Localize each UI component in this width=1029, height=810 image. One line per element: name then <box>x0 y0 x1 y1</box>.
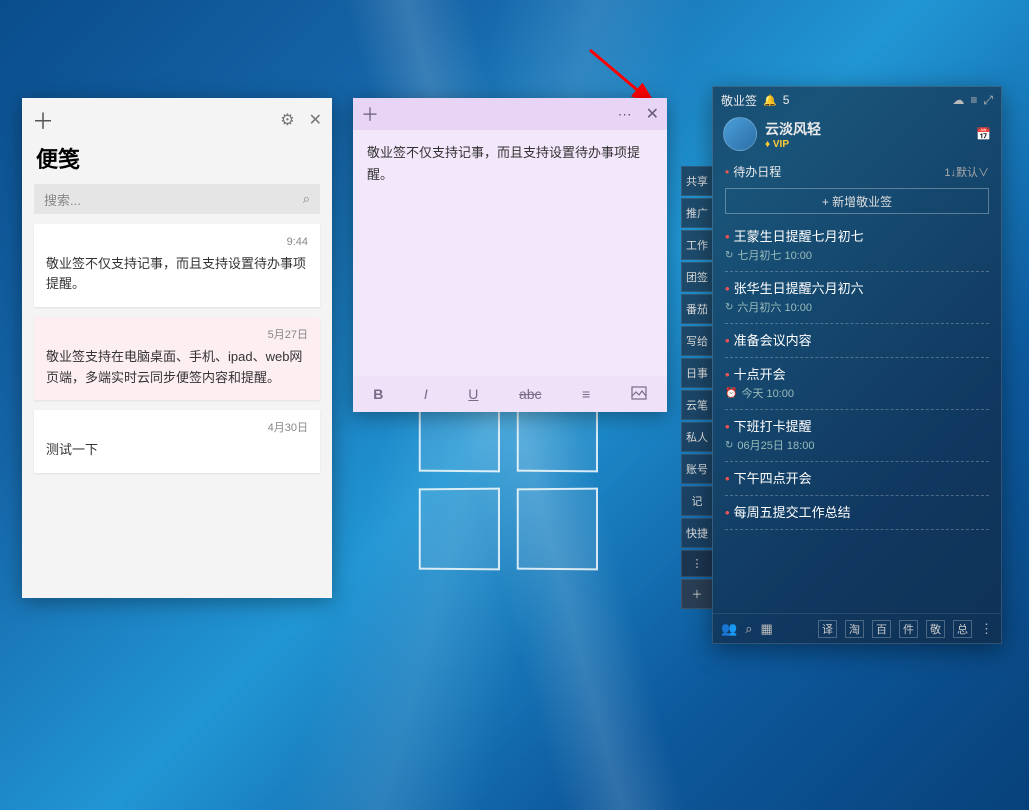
notification-count: 5 <box>783 93 790 107</box>
new-note-button[interactable]: ＋ <box>32 104 54 136</box>
bottom-tag[interactable]: 百 <box>872 620 891 638</box>
expand-icon[interactable]: ⤢ <box>983 93 993 108</box>
note-card[interactable]: 4月30日 测试一下 <box>34 410 320 472</box>
note-text: 敬业签不仅支持记事，而且支持设置待办事项提醒。 <box>46 254 308 296</box>
search-icon: ⌕ <box>303 191 310 207</box>
bottom-tag[interactable]: 译 <box>818 620 837 638</box>
side-tab[interactable]: 团签 <box>681 262 712 292</box>
todo-list: •王蒙生日提醒七月初七 ↻七月初七 10:00 •张华生日提醒六月初六 ↻六月初… <box>713 220 1001 613</box>
section-title: 待办日程 <box>733 163 781 180</box>
note-date: 5月27日 <box>46 327 308 345</box>
bottom-tag[interactable]: 敬 <box>926 620 945 638</box>
note-date: 9:44 <box>46 234 308 252</box>
note-card[interactable]: 9:44 敬业签不仅支持记事，而且支持设置待办事项提醒。 <box>34 224 320 307</box>
italic-button[interactable]: I <box>424 386 428 402</box>
settings-icon[interactable]: ⚙ <box>280 110 294 130</box>
notes-list-title: 便笺 <box>22 136 332 184</box>
sort-dropdown[interactable]: 1↓默认∨ <box>944 164 989 180</box>
side-tab[interactable]: 写给 <box>681 326 712 356</box>
todo-item[interactable]: •十点开会 ⏰今天 10:00 <box>725 358 989 410</box>
more-menu-icon[interactable]: ⋯ <box>618 106 634 123</box>
search-icon[interactable]: ⌕ <box>745 621 752 637</box>
search-input[interactable]: 搜索... ⌕ <box>34 184 320 214</box>
note-body[interactable]: 敬业签不仅支持记事，而且支持设置待办事项提醒。 <box>353 130 667 376</box>
underline-button[interactable]: U <box>468 386 478 402</box>
side-tab[interactable]: 私人 <box>681 422 712 452</box>
repeat-icon: ↻ <box>725 440 733 451</box>
todo-item[interactable]: •张华生日提醒六月初六 ↻六月初六 10:00 <box>725 272 989 324</box>
side-tab[interactable]: 推广 <box>681 198 712 228</box>
sticky-notes-list-window: ＋ ⚙ ✕ 便笺 搜索... ⌕ 9:44 敬业签不仅支持记事，而且支持设置待办… <box>22 98 332 598</box>
side-tab[interactable]: 账号 <box>681 454 712 484</box>
menu-icon[interactable]: ≡ <box>970 93 977 107</box>
more-icon[interactable]: ⋮ <box>980 621 993 637</box>
contacts-icon[interactable]: 👥 <box>721 621 737 637</box>
note-text: 敬业签支持在电脑桌面、手机、ipad、web网页端，多端实时云同步便签内容和提醒… <box>46 347 308 389</box>
side-tab[interactable]: 番茄 <box>681 294 712 324</box>
calendar-icon[interactable]: 📅 <box>976 127 991 141</box>
side-tab[interactable]: 云笔 <box>681 390 712 420</box>
format-toolbar: B I U abc ≡ <box>353 376 667 412</box>
calendar-small-icon[interactable]: ▦ <box>760 621 772 637</box>
close-icon[interactable]: ✕ <box>646 104 659 124</box>
username: 云淡风轻 <box>765 119 821 139</box>
windows-logo <box>418 390 598 570</box>
vip-badge: ♦ VIP <box>765 139 821 150</box>
bottom-tag[interactable]: 总 <box>953 620 972 638</box>
bold-button[interactable]: B <box>373 386 383 402</box>
side-tab-more[interactable]: ⋮ <box>681 550 712 577</box>
add-note-button[interactable]: + 新增敬业签 <box>725 188 989 214</box>
todo-item[interactable]: •王蒙生日提醒七月初七 ↻七月初七 10:00 <box>725 220 989 272</box>
close-icon[interactable]: ✕ <box>309 110 322 130</box>
cloud-sync-icon[interactable]: ☁ <box>952 93 964 107</box>
todo-item[interactable]: •准备会议内容 <box>725 324 989 358</box>
avatar[interactable] <box>723 117 757 151</box>
image-button[interactable] <box>631 386 647 403</box>
new-note-button[interactable]: ＋ <box>361 101 379 127</box>
strike-button[interactable]: abc <box>519 386 542 402</box>
notification-icon[interactable]: 🔔 <box>763 94 777 107</box>
search-placeholder: 搜索... <box>44 190 303 209</box>
todo-item[interactable]: •每周五提交工作总结 <box>725 496 989 530</box>
jingyeqian-app: 敬业签 🔔 5 ☁ ≡ ⤢ 云淡风轻 ♦ VIP 📅 • 待办日程 1↓默认∨ … <box>712 86 1002 644</box>
side-tab[interactable]: 快捷 <box>681 518 712 548</box>
clock-icon: ⏰ <box>725 388 737 399</box>
side-tab[interactable]: 记 <box>681 486 712 516</box>
repeat-icon: ↻ <box>725 302 733 313</box>
todo-item[interactable]: •下午四点开会 <box>725 462 989 496</box>
note-text: 测试一下 <box>46 440 308 461</box>
sticky-note-editor: ＋ ⋯ ✕ 敬业签不仅支持记事，而且支持设置待办事项提醒。 B I U abc … <box>353 98 667 412</box>
side-tab[interactable]: 工作 <box>681 230 712 260</box>
bottom-tag[interactable]: 件 <box>899 620 918 638</box>
note-card[interactable]: 5月27日 敬业签支持在电脑桌面、手机、ipad、web网页端，多端实时云同步便… <box>34 317 320 400</box>
note-date: 4月30日 <box>46 420 308 438</box>
app-name: 敬业签 <box>721 92 757 109</box>
todo-item[interactable]: •下班打卡提醒 ↻06月25日 18:00 <box>725 410 989 462</box>
bottom-tag[interactable]: 淘 <box>845 620 864 638</box>
side-tab[interactable]: 日事 <box>681 358 712 388</box>
jyq-side-tabs: 共享 推广 工作 团签 番茄 写给 日事 云笔 私人 账号 记 快捷 ⋮ ＋ <box>681 166 712 609</box>
side-tab[interactable]: 共享 <box>681 166 712 196</box>
list-button[interactable]: ≡ <box>582 386 590 402</box>
repeat-icon: ↻ <box>725 250 733 261</box>
side-tab-add[interactable]: ＋ <box>681 579 712 609</box>
